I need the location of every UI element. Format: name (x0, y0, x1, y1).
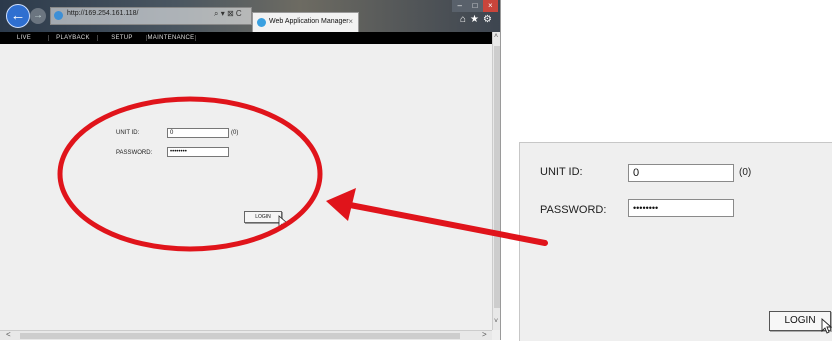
zoom-mouse-pointer-icon (821, 318, 832, 334)
back-button[interactable]: ← (6, 4, 30, 28)
menu-playback[interactable]: PLAYBACK (49, 35, 98, 41)
close-window-button[interactable]: × (482, 0, 498, 12)
tab-title: Web Application Manager (269, 18, 349, 25)
home-favorites-settings-icon[interactable]: ⌂★⚙ (460, 14, 496, 25)
login-button[interactable]: LOGIN (244, 211, 282, 223)
browser-window: ← → http://169.254.161.118/ ⌕ ▾ ⊠ C Web … (0, 0, 501, 340)
password-label: PASSWORD: (116, 150, 153, 156)
menu-setup[interactable]: SETUP (98, 35, 147, 41)
app-menu-bar: LIVE PLAYBACK SETUP MAINTENANCE (0, 32, 492, 44)
horizontal-scroll-thumb[interactable] (20, 333, 460, 339)
scroll-right-icon[interactable]: > (482, 330, 487, 339)
maximize-button[interactable]: □ (467, 0, 483, 12)
scroll-up-icon[interactable]: ˄ (494, 33, 498, 40)
tab-close-icon[interactable]: × (348, 17, 353, 26)
address-text: http://169.254.161.118/ (67, 10, 139, 17)
vertical-scrollbar[interactable]: ˄ ˅ (492, 32, 500, 330)
mouse-pointer-icon (278, 215, 288, 229)
unit-id-label: UNIT ID: (116, 130, 140, 136)
unit-id-input[interactable]: 0 (167, 128, 229, 138)
zoom-unit-id-input[interactable]: 0 (628, 164, 734, 182)
menu-maintenance[interactable]: MAINTENANCE (147, 35, 196, 41)
page-content: UNIT ID: 0 (0) PASSWORD: •••••••• LOGIN (0, 44, 492, 330)
menu-live[interactable]: LIVE (0, 35, 49, 41)
horizontal-scrollbar[interactable]: < > (0, 330, 492, 340)
scroll-left-icon[interactable]: < (6, 330, 11, 339)
minimize-button[interactable]: – (452, 0, 468, 12)
zoom-unit-id-hint: (0) (739, 167, 752, 178)
address-controls[interactable]: ⌕ ▾ ⊠ C (214, 9, 242, 19)
zoom-password-label: PASSWORD: (540, 204, 607, 216)
vertical-scroll-thumb[interactable] (494, 46, 500, 308)
tab-web-application-manager[interactable]: Web Application Manager × (252, 12, 359, 33)
window-controls: – □ × (452, 0, 498, 12)
forward-button[interactable]: → (30, 8, 46, 24)
site-favicon-icon (54, 11, 63, 20)
browser-toolbar: ← → http://169.254.161.118/ ⌕ ▾ ⊠ C Web … (0, 0, 500, 33)
zoom-unit-id-label: UNIT ID: (540, 166, 583, 178)
password-input[interactable]: •••••••• (167, 147, 229, 157)
scroll-down-icon[interactable]: ˅ (494, 318, 498, 325)
tab-favicon-icon (257, 18, 266, 27)
zoom-password-input[interactable]: •••••••• (628, 199, 734, 217)
unit-id-hint: (0) (231, 130, 239, 136)
zoomed-login-panel: UNIT ID: 0 (0) PASSWORD: •••••••• LOGIN (519, 142, 832, 341)
